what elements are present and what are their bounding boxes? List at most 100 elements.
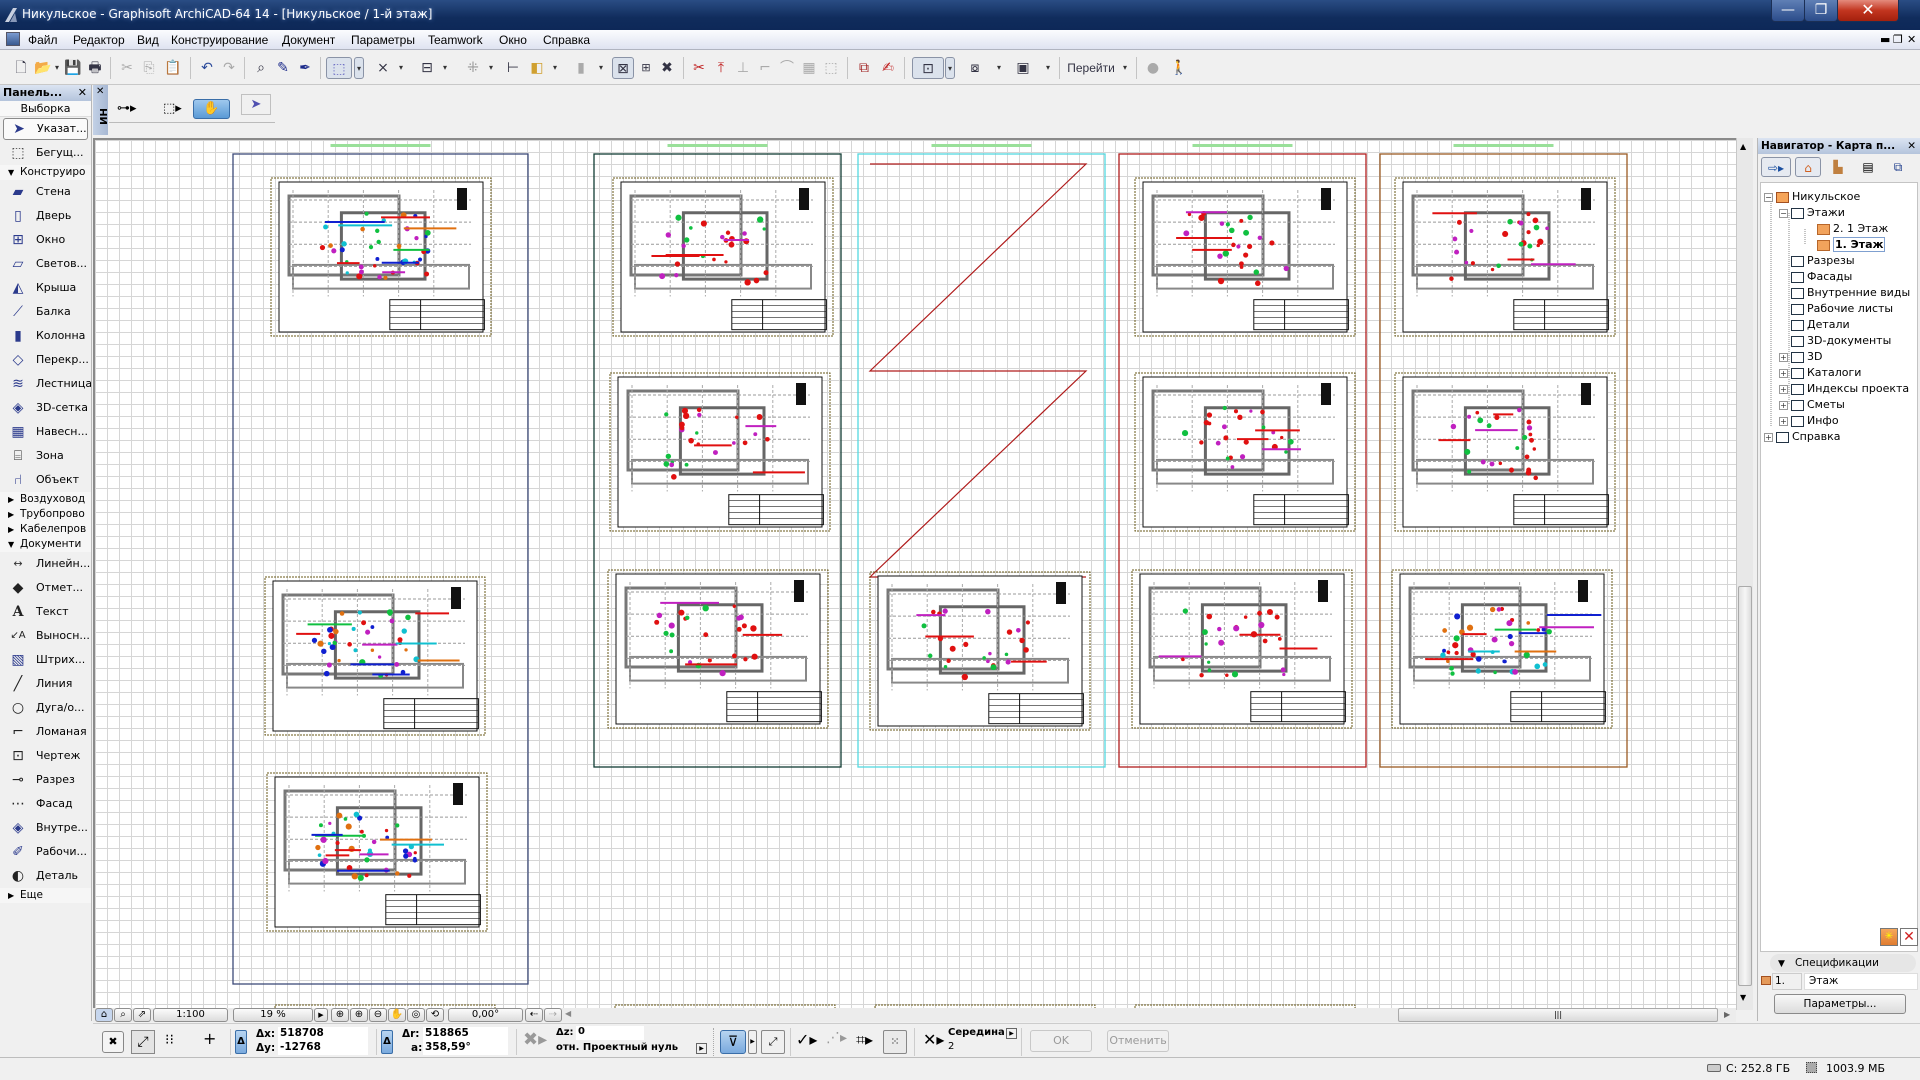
publisher-sets-icon[interactable]: ⧉: [1885, 157, 1911, 177]
find-select-icon[interactable]: ⌕: [250, 57, 272, 79]
navigator-sphere-icon[interactable]: ●: [1142, 57, 1164, 79]
view-map-icon[interactable]: ▙: [1825, 157, 1851, 177]
tool-text[interactable]: A Текст: [0, 600, 91, 624]
menu-view[interactable]: Вид: [137, 33, 159, 47]
project-map-icon[interactable]: ⌂: [1795, 157, 1821, 177]
scroll-up-icon[interactable]: ▲: [1740, 142, 1746, 151]
trim-icon[interactable]: ⊥: [732, 57, 754, 79]
walk-icon[interactable]: 🚶: [1168, 57, 1190, 79]
plan-sheet[interactable]: [264, 576, 486, 736]
tree-item-schedule[interactable]: + Каталоги: [1779, 365, 1861, 381]
scroll-right-icon[interactable]: ▶: [1724, 1010, 1730, 1019]
tool-polyline[interactable]: ⌐ Ломаная: [0, 720, 91, 744]
pen-set-icon[interactable]: ✍: [877, 57, 899, 79]
dx-field[interactable]: 518708: [278, 1027, 368, 1041]
tool-label[interactable]: ↙A Выносн...: [0, 624, 91, 648]
navigator-header[interactable]: Навигатор - Карта п... ✕: [1758, 138, 1920, 154]
zoom-in-window-icon[interactable]: ⌕: [114, 1008, 132, 1022]
plan-sheet[interactable]: [1134, 372, 1356, 532]
syringe-icon[interactable]: ✒: [294, 57, 316, 79]
gravity-icon[interactable]: ▮: [570, 57, 592, 79]
cancel-input-icon[interactable]: ✖: [102, 1031, 124, 1053]
perpendicular-icon[interactable]: ✓▸: [796, 1030, 817, 1049]
tool-door[interactable]: ▯ Дверь: [0, 204, 91, 228]
expand-icon[interactable]: +: [1779, 416, 1788, 426]
previous-view-icon[interactable]: ⇗: [133, 1008, 151, 1022]
copy-icon[interactable]: ⎘: [138, 57, 160, 79]
zoom-scale-icon[interactable]: ⊕: [331, 1008, 349, 1022]
plan-sheet[interactable]: [1394, 177, 1616, 337]
story-number-field[interactable]: 1.: [1772, 973, 1802, 990]
floorplan-view-icon[interactable]: ⊡: [912, 57, 944, 79]
tree-item-3d[interactable]: +3D: [1779, 349, 1822, 365]
close-button[interactable]: ✕: [1837, 0, 1899, 22]
dy-field[interactable]: -12768: [278, 1041, 368, 1055]
tree-item-elevation[interactable]: Фасады: [1779, 269, 1852, 285]
goto-button[interactable]: Перейти: [1066, 57, 1116, 79]
back-view-icon[interactable]: ⇠: [525, 1008, 543, 1022]
mdi-close-button[interactable]: ✕: [1907, 33, 1916, 46]
forward-view-icon[interactable]: ⇢: [544, 1008, 562, 1022]
tree-item-detail[interactable]: Детали: [1779, 317, 1850, 333]
plan-sheet[interactable]: [1134, 177, 1356, 337]
redo-icon[interactable]: ↷: [218, 57, 240, 79]
fillet-icon[interactable]: ⌐: [754, 57, 776, 79]
menu-design[interactable]: Конструирование: [171, 33, 268, 47]
snap-mode-dropdown-icon[interactable]: ▶: [1006, 1028, 1017, 1039]
navigator-preview-icon[interactable]: ⌂: [95, 1008, 113, 1022]
offset-icon[interactable]: ⌗▸: [856, 1030, 873, 1050]
selection-label[interactable]: Выборка: [0, 101, 91, 117]
plan-sheet[interactable]: [869, 571, 1091, 731]
tool-zone[interactable]: ⌸ Зона: [0, 444, 91, 468]
menu-document[interactable]: Документ: [282, 33, 335, 47]
group-duct[interactable]: ▶ Воздуховод: [0, 492, 91, 507]
tool-beam[interactable]: ⟋ Балка: [0, 300, 91, 324]
menu-help[interactable]: Справка: [543, 33, 590, 47]
gravity-dropdown-icon[interactable]: ▾: [596, 57, 606, 79]
zoom-dropdown-icon[interactable]: ▶: [314, 1008, 328, 1022]
tool-arrow[interactable]: ➤ Указат...: [3, 118, 88, 140]
tree-item-index[interactable]: + Индексы проекта: [1779, 381, 1909, 397]
tool-roof[interactable]: ◭ Крыша: [0, 276, 91, 300]
paste-icon[interactable]: 📋: [162, 57, 184, 79]
tool-curtain-wall[interactable]: ▦ Навесн...: [0, 420, 91, 444]
zoom-field[interactable]: 19 %: [233, 1008, 313, 1022]
element-info-icon[interactable]: ⊟: [416, 57, 438, 79]
scroll-down-icon[interactable]: ▼: [1740, 993, 1746, 1002]
plan-sheet[interactable]: [270, 177, 492, 337]
vertical-scrollbar[interactable]: ▲ ▼: [1736, 138, 1753, 1010]
ok-button[interactable]: OK: [1030, 1030, 1092, 1052]
menu-file[interactable]: Файл: [28, 33, 58, 47]
info-box-close-icon[interactable]: ✕: [96, 86, 104, 97]
tool-stair[interactable]: ≋ Лестница: [0, 372, 91, 396]
eyedropper-icon[interactable]: ✎: [272, 57, 294, 79]
tree-item-stories[interactable]: − Этажи: [1779, 205, 1845, 221]
marquee-magic-wand-icon[interactable]: ⬚: [326, 57, 352, 79]
zoom-in-icon[interactable]: ⊕: [350, 1008, 368, 1022]
grid-snap-dropdown-icon[interactable]: ▾: [486, 57, 496, 79]
group-cable[interactable]: ▶ Кабелепров: [0, 522, 91, 537]
mdi-restore-button[interactable]: ❐: [1893, 33, 1903, 46]
zoom-out-icon[interactable]: ⊖: [369, 1008, 387, 1022]
tree-item-section[interactable]: Разрезы: [1779, 253, 1855, 269]
tool-detail[interactable]: ◐ Деталь: [0, 864, 91, 888]
tool-column[interactable]: ▮ Колонна: [0, 324, 91, 348]
absolute-relative-toggle-icon[interactable]: Δ: [235, 1030, 247, 1054]
tree-item-interior[interactable]: Внутренние виды: [1779, 285, 1910, 301]
collapse-icon[interactable]: −: [1779, 208, 1788, 218]
scroll-left-icon[interactable]: ◀: [565, 1009, 571, 1018]
toolbox-header[interactable]: Панель... ✕: [0, 85, 91, 101]
expand-icon[interactable]: +: [1779, 384, 1788, 394]
pick-up-parameters-icon[interactable]: ✋: [193, 99, 230, 119]
tree-item-worksheet[interactable]: Рабочие листы: [1779, 301, 1893, 317]
mdi-minimize-button[interactable]: ▬: [1880, 33, 1890, 46]
delete-view-icon[interactable]: ✕: [1900, 928, 1918, 946]
publisher-icon[interactable]: ⇨▸: [1761, 157, 1791, 177]
tool-level-dimension[interactable]: ◆ Отмет...: [0, 576, 91, 600]
ruler-icon[interactable]: ⊢: [502, 57, 524, 79]
plan-sheet[interactable]: [609, 372, 831, 532]
expand-icon[interactable]: +: [1779, 400, 1788, 410]
save-icon[interactable]: 💾: [62, 57, 84, 79]
expand-icon[interactable]: +: [1764, 432, 1773, 442]
tool-section[interactable]: ⊸ Разрез: [0, 768, 91, 792]
